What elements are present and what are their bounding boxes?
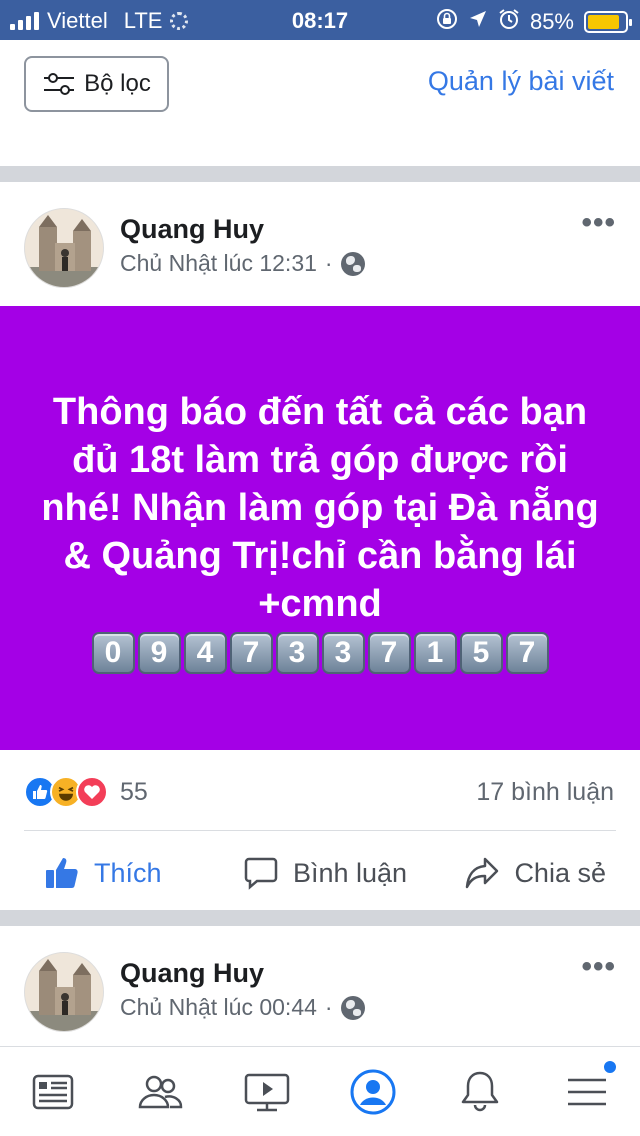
thumbs-up-icon [46, 858, 78, 888]
location-icon [468, 9, 488, 34]
meta-separator: · [324, 250, 333, 276]
comment-bubble-icon [244, 857, 278, 890]
news-feed-icon [33, 1074, 74, 1109]
tab-news-feed[interactable] [0, 1047, 107, 1136]
reaction-count: 55 [120, 777, 148, 806]
more-options-button[interactable]: ••• [581, 206, 616, 240]
post-actions: Thích Bình luận Chia sẻ [0, 842, 640, 904]
post-content[interactable]: Thông báo đến tất cả các bạn đủ 18t làm … [0, 306, 640, 750]
post-author[interactable]: Quang Huy [120, 214, 264, 245]
manage-posts-link[interactable]: Quản lý bài viết [428, 66, 614, 97]
friends-icon [138, 1075, 183, 1108]
battery-percent: 85% [529, 8, 574, 34]
tab-friends[interactable] [107, 1047, 214, 1136]
like-label: Thích [94, 857, 162, 888]
tab-notifications[interactable] [427, 1047, 534, 1136]
feed-separator [0, 166, 640, 182]
profile-icon [350, 1069, 396, 1114]
post-meta: Chủ Nhật lúc 12:31 · [120, 250, 365, 277]
feed-separator [0, 910, 640, 926]
digit-keycap: 5 [459, 632, 503, 674]
post-text: Thông báo đến tất cả các bạn đủ 18t làm … [41, 391, 599, 625]
post-meta: Chủ Nhật lúc 00:44 · [120, 994, 365, 1021]
comment-count[interactable]: 17 bình luận [476, 778, 614, 807]
globe-icon [340, 995, 365, 1020]
post-timestamp[interactable]: Chủ Nhật lúc 12:31 [120, 250, 317, 277]
tab-watch[interactable] [213, 1047, 320, 1136]
filter-sliders-icon [44, 73, 75, 95]
meta-separator: · [324, 994, 333, 1020]
tab-profile[interactable] [320, 1047, 427, 1136]
top-toolbar: Bộ lọc Quản lý bài viết [0, 40, 640, 130]
post-timestamp[interactable]: Chủ Nhật lúc 00:44 [120, 994, 317, 1021]
notifications-icon [461, 1071, 499, 1111]
digit-keycap: 0 [91, 632, 135, 674]
digit-keycap: 9 [137, 632, 181, 674]
digit-keycap: 3 [321, 632, 365, 674]
tab-menu[interactable] [533, 1047, 640, 1136]
love-reaction-icon [76, 776, 108, 808]
phone-number-keycaps: 0947337157 [0, 632, 640, 674]
actions-divider [24, 830, 616, 831]
share-button[interactable]: Chia sẻ [419, 842, 640, 904]
comment-button[interactable]: Bình luận [231, 842, 418, 904]
battery-icon [584, 10, 632, 33]
globe-icon [340, 251, 365, 276]
digit-keycap: 7 [229, 632, 273, 674]
digit-keycap: 3 [275, 632, 319, 674]
post-header: Quang Huy Chủ Nhật lúc 12:31 · ••• [0, 182, 640, 302]
reaction-summary[interactable]: 55 17 bình luận [24, 772, 614, 812]
digit-keycap: 4 [183, 632, 227, 674]
avatar[interactable] [24, 952, 104, 1032]
comment-label: Bình luận [292, 857, 408, 888]
menu-notification-dot [602, 1059, 619, 1075]
status-bar: Viettel LTE 08:17 85% [0, 0, 640, 40]
digit-keycap: 7 [367, 632, 411, 674]
watch-icon [244, 1073, 289, 1111]
digit-keycap: 1 [413, 632, 457, 674]
menu-icon [567, 1078, 606, 1105]
share-label: Chia sẻ [514, 857, 606, 888]
avatar[interactable] [24, 208, 104, 288]
post-author[interactable]: Quang Huy [120, 958, 264, 989]
filter-button[interactable]: Bộ lọc [24, 56, 169, 112]
alarm-icon [498, 8, 520, 35]
post-header: Quang Huy Chủ Nhật lúc 00:44 · ••• [0, 926, 640, 1046]
orientation-lock-icon [436, 8, 458, 35]
filter-button-label: Bộ lọc [84, 70, 151, 97]
digit-keycap: 7 [505, 632, 549, 674]
like-button[interactable]: Thích [0, 842, 231, 904]
share-arrow-icon [466, 857, 499, 889]
more-options-button[interactable]: ••• [581, 950, 616, 984]
bottom-tab-bar [0, 1046, 640, 1136]
